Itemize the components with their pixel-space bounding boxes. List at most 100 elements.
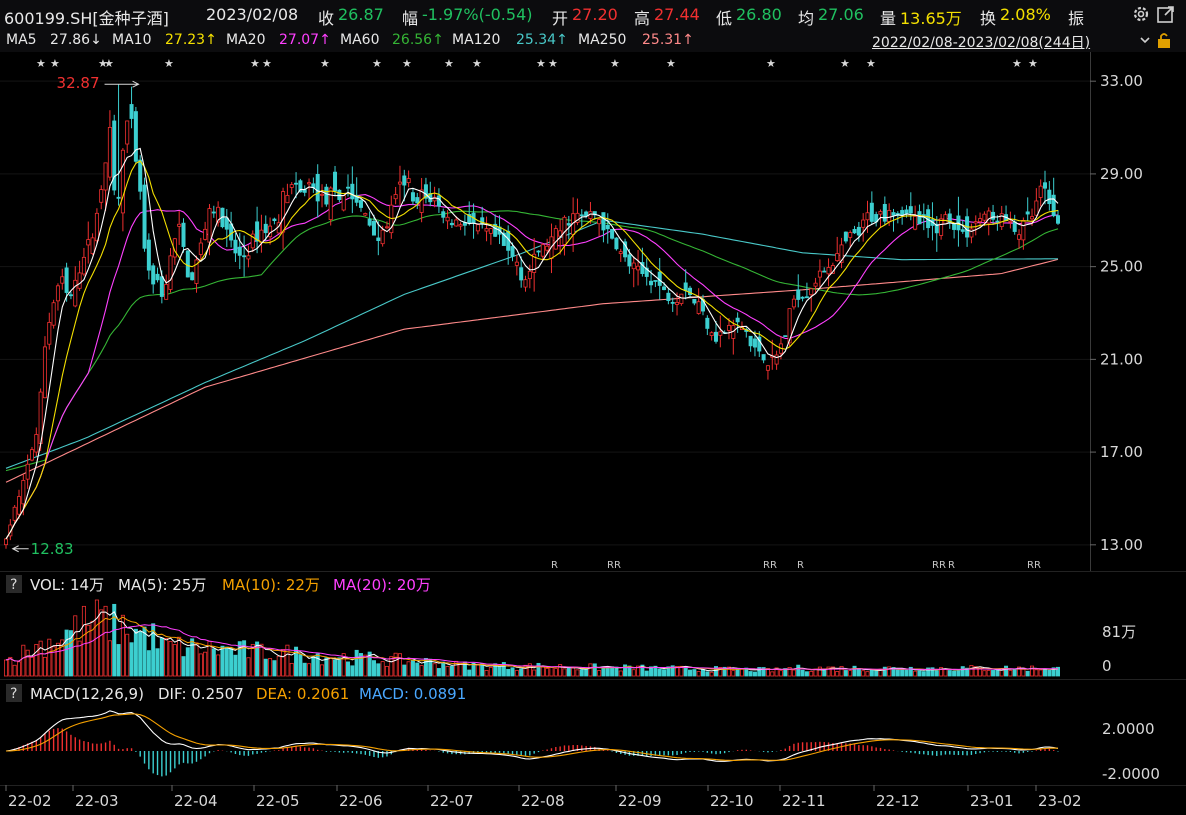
candle-body — [380, 229, 385, 245]
event-star[interactable]: ★ — [372, 57, 382, 70]
volume-bar — [519, 668, 524, 677]
candle-body — [51, 302, 56, 326]
candle-body — [653, 280, 658, 282]
volume-bar — [350, 665, 355, 677]
candle-body — [402, 175, 407, 186]
candle-body — [346, 186, 351, 189]
gear-icon[interactable] — [1131, 4, 1151, 28]
volume-bar — [960, 666, 965, 677]
volume-bar — [38, 640, 43, 677]
time-tick-label: 22-12 — [876, 792, 920, 810]
volume-bar — [571, 667, 576, 677]
candle-body — [735, 317, 740, 323]
candle-body — [397, 181, 402, 185]
volume-bar — [735, 668, 740, 677]
candle-body — [1012, 221, 1017, 232]
volume-bar — [384, 665, 389, 677]
candle-body — [545, 245, 550, 251]
volume-bar — [882, 666, 887, 677]
candle-body — [358, 200, 363, 208]
dropdown-arrow-icon[interactable] — [1140, 32, 1150, 52]
volume-value: 13.65万 — [900, 9, 962, 28]
volume-bar — [1038, 669, 1043, 677]
event-star[interactable]: ★ — [1012, 57, 1022, 70]
event-star[interactable]: ★ — [164, 57, 174, 70]
event-star[interactable]: ★ — [840, 57, 850, 70]
volume-bar — [991, 670, 996, 677]
volume-bar — [389, 656, 394, 677]
event-star[interactable]: ★ — [866, 57, 876, 70]
candle-body — [307, 182, 312, 185]
r-marker[interactable]: R — [551, 560, 558, 571]
chart-canvas[interactable]: 33.0029.0025.0021.0017.0013.00 ★ ★ ★★ ★ ★ ★ ★ ★… — [0, 52, 1186, 815]
event-star[interactable]: ★ — [444, 57, 454, 70]
candle-body — [406, 178, 411, 184]
event-star[interactable]: ★ — [666, 57, 676, 70]
event-star[interactable]: ★ — [36, 57, 46, 70]
candle-body — [146, 239, 151, 271]
volume-bar — [250, 644, 255, 677]
candle-body — [973, 221, 978, 224]
event-star[interactable]: ★ — [610, 57, 620, 70]
r-marker[interactable]: RR — [763, 560, 777, 571]
ma120-value: 25.34↑ — [516, 32, 568, 48]
ma-legend-bar: MA5 27.86↓ MA10 27.23↑ MA20 27.07↑ MA60 … — [0, 30, 1186, 52]
candle-body — [285, 195, 290, 204]
stock-code[interactable]: 600199.SH[金种子酒] — [4, 5, 169, 29]
event-star[interactable]: ★ — [250, 57, 260, 70]
event-star[interactable]: ★ — [262, 57, 272, 70]
r-marker[interactable]: R — [948, 560, 955, 571]
date-range[interactable]: 2022/02/08-2023/02/08(244日) — [872, 32, 1090, 52]
r-marker[interactable]: RR — [607, 560, 621, 571]
volume-bar — [146, 650, 151, 677]
event-star[interactable]: ★ — [402, 57, 412, 70]
candle-body — [514, 261, 519, 266]
volume-bar — [614, 666, 619, 677]
lock-icon[interactable] — [1156, 31, 1172, 53]
candle-body — [410, 192, 415, 202]
candle-body — [185, 250, 190, 278]
candle-body — [969, 228, 974, 238]
event-star[interactable]: ★ — [766, 57, 776, 70]
volume-bar — [185, 647, 190, 677]
volume-bar — [657, 668, 662, 677]
volume-bar — [947, 670, 952, 677]
event-star[interactable]: ★ — [1028, 57, 1038, 70]
candle-body — [138, 159, 143, 192]
r-marker[interactable]: RR — [1027, 560, 1041, 571]
candle-body — [679, 293, 684, 304]
candle-body — [887, 210, 892, 223]
candle-body — [614, 237, 619, 250]
event-star[interactable]: ★ — [548, 57, 558, 70]
volume-bar — [1025, 670, 1030, 677]
candle-body — [168, 255, 173, 290]
volume-bar — [397, 653, 402, 677]
r-marker[interactable]: RR — [932, 560, 946, 571]
event-star[interactable]: ★ — [50, 57, 60, 70]
candle-body — [60, 276, 65, 284]
r-marker[interactable]: R — [797, 560, 804, 571]
candle-body — [627, 254, 632, 267]
candle-body — [713, 331, 718, 342]
popout-window-icon[interactable] — [1156, 4, 1176, 28]
volume-bar — [415, 662, 420, 677]
candle-body — [324, 186, 329, 205]
candle-body — [341, 195, 346, 211]
event-star[interactable]: ★ — [320, 57, 330, 70]
vol-ma5: MA(5): 25万 — [118, 576, 206, 594]
candle-body — [458, 224, 463, 227]
event-star[interactable]: ★ — [536, 57, 546, 70]
event-star[interactable]: ★ — [472, 57, 482, 70]
volume-bar — [25, 649, 30, 677]
candle-body — [99, 189, 104, 203]
amplitude-label: 振 — [1068, 9, 1085, 28]
candle-body — [29, 449, 34, 461]
time-tick-label: 23-02 — [1038, 792, 1082, 810]
candle-body — [16, 496, 21, 515]
candle-body — [415, 197, 420, 204]
candle-body — [1025, 211, 1030, 215]
volume-bar — [164, 638, 169, 677]
event-star[interactable]: ★ — [104, 57, 114, 70]
candle-body — [436, 195, 441, 207]
candle-body — [237, 246, 242, 256]
